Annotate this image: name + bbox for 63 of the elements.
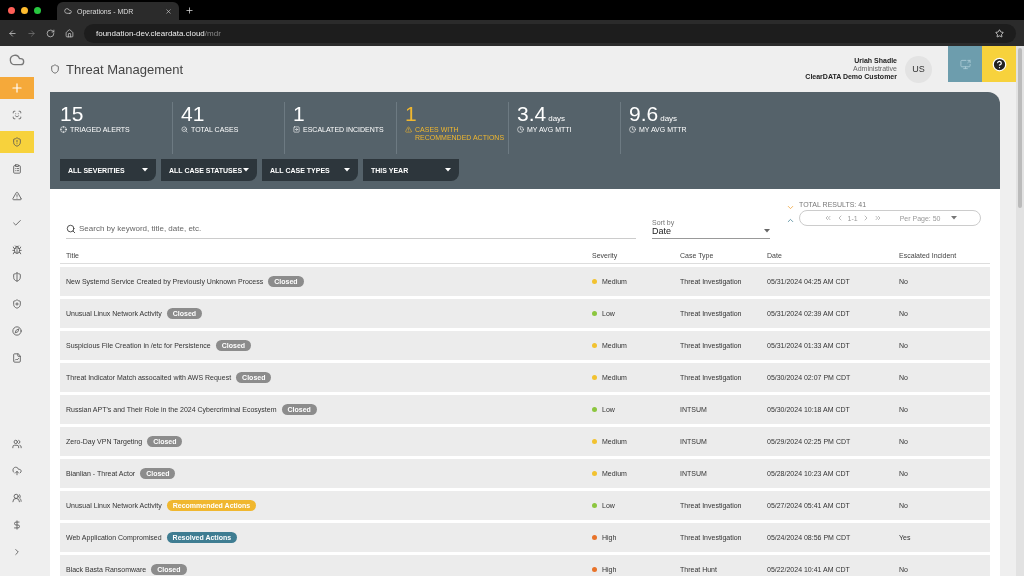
bug-icon (12, 245, 22, 255)
home-icon[interactable] (65, 28, 74, 38)
check-icon (12, 218, 22, 228)
help-icon (991, 56, 1007, 72)
clock-icon (629, 126, 636, 133)
cloud-icon (64, 7, 72, 15)
last-page-icon[interactable] (873, 214, 882, 222)
stat-value: 3.4 (517, 102, 547, 126)
stat-unit: days (548, 114, 566, 123)
chevron-right-icon (12, 547, 22, 557)
stat-value: 15 (60, 102, 84, 126)
caret-icon (445, 168, 451, 172)
escalate-icon (293, 126, 300, 133)
clipboard-icon (12, 164, 22, 174)
cloud-upload-icon (12, 466, 22, 476)
caret-icon (344, 168, 350, 172)
back-icon[interactable] (8, 28, 17, 38)
users-icon (12, 493, 22, 503)
caret-icon (950, 216, 957, 220)
plus-icon (10, 81, 24, 95)
shield-icon (12, 137, 22, 147)
search-field[interactable]: Search by keyword, title, date, etc. (66, 219, 636, 239)
caret-icon (142, 168, 148, 172)
cloud-logo-icon (9, 52, 25, 68)
minimize-dot[interactable] (21, 6, 28, 14)
stat-value: 1 (405, 102, 417, 126)
compass-icon (12, 326, 22, 336)
screen-share-icon (959, 58, 971, 70)
people-icon (12, 439, 22, 449)
reload-icon[interactable] (46, 28, 55, 38)
report-icon (12, 353, 22, 363)
star-icon[interactable] (995, 28, 1004, 38)
stat-unit: days (660, 114, 678, 123)
target-icon (60, 126, 67, 133)
user-avatar[interactable]: US (905, 55, 932, 83)
warning-icon (405, 126, 412, 133)
stat-value: 9.6 (629, 102, 659, 126)
stat-value: 41 (181, 102, 205, 126)
clock-icon (517, 126, 524, 133)
scrollbar[interactable] (1016, 46, 1024, 576)
caret-icon (243, 168, 249, 172)
shield-icon (50, 64, 60, 74)
stat-value: 1 (293, 102, 305, 126)
scan-icon (12, 110, 22, 120)
close-icon[interactable] (165, 7, 172, 15)
address-bar[interactable]: foundation-dev.cleardata.cloud/mdr (84, 23, 1016, 43)
forward-icon[interactable] (27, 28, 36, 38)
maximize-dot[interactable] (34, 6, 41, 14)
new-tab-icon[interactable] (185, 5, 194, 15)
warning-icon (12, 191, 22, 201)
close-dot[interactable] (8, 6, 15, 14)
dollar-icon (12, 520, 22, 530)
first-page-icon[interactable] (823, 214, 832, 222)
search-icon (181, 126, 188, 133)
sidebar-item[interactable] (0, 77, 34, 99)
help-button[interactable] (982, 46, 1016, 82)
search-icon (66, 224, 76, 234)
caret-icon (764, 229, 770, 233)
shield-icon (12, 272, 22, 282)
page-title: Threat Management (66, 61, 185, 77)
sidebar-item[interactable] (0, 131, 34, 153)
shield-plus-icon (12, 299, 22, 309)
url-text: foundation-dev.cleardata.cloud/mdr (96, 28, 221, 38)
